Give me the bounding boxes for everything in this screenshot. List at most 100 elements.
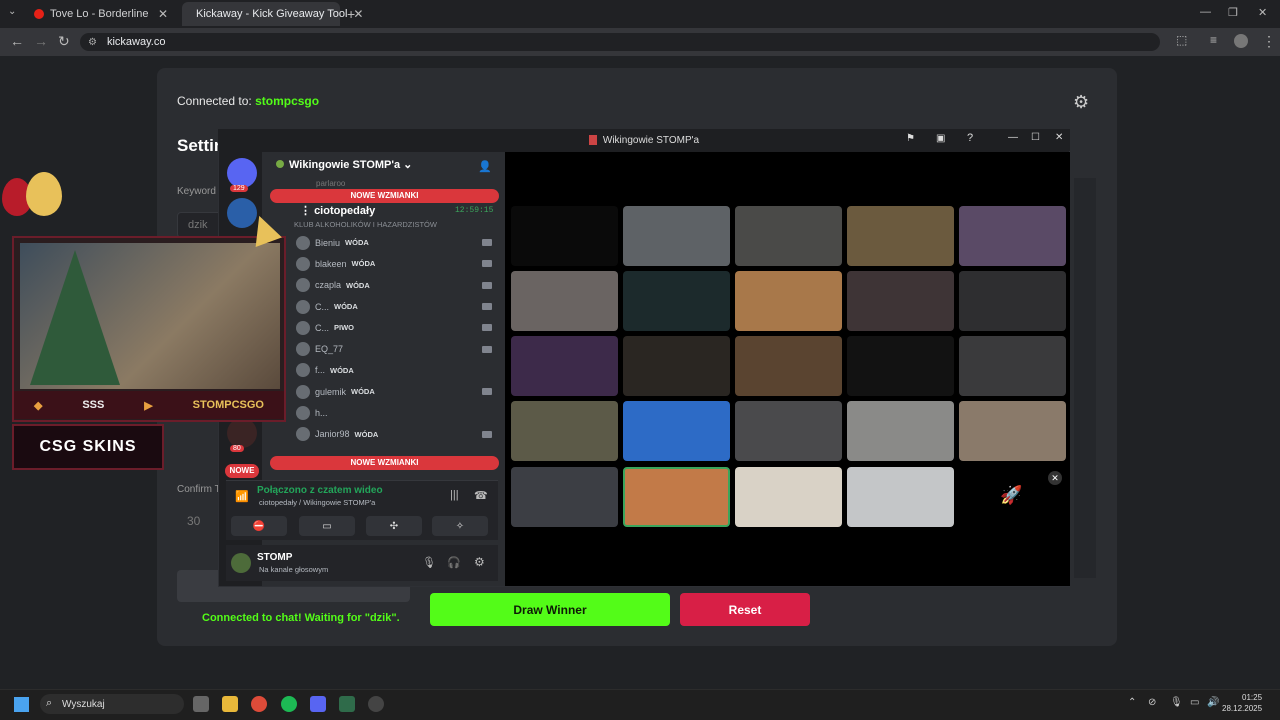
reset-button[interactable]: Reset [680, 593, 810, 626]
video-tile[interactable] [959, 271, 1066, 331]
display-icon[interactable]: ▭ [1190, 697, 1199, 708]
file-explorer-icon[interactable] [222, 696, 238, 712]
member-row[interactable]: h... [296, 402, 496, 423]
screenshare-button[interactable]: ▭ [299, 516, 355, 536]
draw-winner-button[interactable]: Draw Winner [430, 593, 670, 626]
member-row[interactable]: blakeen WÓDA [296, 253, 496, 274]
chrome-icon[interactable] [251, 696, 267, 712]
task-view-icon[interactable] [193, 696, 209, 712]
url-bar[interactable]: ⚙ kickaway.co [80, 33, 1160, 51]
video-tile[interactable] [511, 271, 618, 331]
guild-icon[interactable]: 80 [227, 418, 257, 452]
video-tile[interactable] [959, 401, 1066, 461]
taskbar-search[interactable]: ⌕ Wyszukaj [40, 694, 184, 714]
user-settings-icon[interactable]: ⚙ [474, 555, 485, 569]
forward-icon[interactable]: → [34, 33, 48, 49]
close-icon[interactable]: ✕ [1055, 132, 1063, 143]
video-tile[interactable] [959, 336, 1066, 396]
close-tab-icon[interactable]: ✕ [158, 7, 168, 21]
video-tile[interactable] [959, 206, 1066, 266]
camera-icon [482, 303, 492, 311]
discord-home-icon[interactable]: 129 [227, 158, 257, 192]
camera-icon [482, 239, 492, 247]
excel-icon[interactable] [339, 696, 355, 712]
video-tile[interactable] [623, 206, 730, 266]
invite-icon[interactable]: 👤 [478, 160, 492, 173]
headphones-icon[interactable]: 🎧 [447, 556, 461, 569]
maximize-icon[interactable]: ❐ [1228, 6, 1238, 19]
video-tile[interactable] [623, 467, 730, 527]
video-tile[interactable] [847, 206, 954, 266]
video-tile[interactable] [847, 467, 954, 527]
inbox-icon[interactable]: ▣ [936, 133, 945, 144]
video-tile[interactable] [735, 401, 842, 461]
video-tile[interactable] [847, 336, 954, 396]
minimize-icon[interactable]: — [1008, 132, 1018, 143]
video-tile[interactable] [847, 401, 954, 461]
maximize-icon[interactable]: ☐ [1031, 132, 1040, 143]
windows-start-icon[interactable] [14, 697, 29, 712]
extensions-icon[interactable]: ⬚ [1176, 33, 1187, 47]
video-tile[interactable] [623, 401, 730, 461]
video-tile[interactable] [735, 206, 842, 266]
video-tile[interactable] [511, 467, 618, 527]
tab-kickaway[interactable]: Kickaway - Kick Giveaway Tool ✕ [182, 2, 363, 26]
confirm-input[interactable]: 30 [177, 508, 217, 538]
soundboard-button[interactable]: ✧ [432, 516, 488, 536]
member-row[interactable]: gulemik WÓDA [296, 381, 496, 402]
noise-icon[interactable]: ||| [450, 489, 459, 501]
flag-icon[interactable]: ⚑ [906, 133, 915, 144]
network-icon[interactable]: ⊘ [1148, 697, 1156, 708]
minimize-icon[interactable]: — [1200, 6, 1211, 18]
channel-name: ciotopedały [314, 205, 376, 217]
member-row[interactable]: C... PIWO [296, 317, 496, 338]
server-name[interactable]: Wikingowie STOMP'a ⌄ [276, 158, 412, 171]
microphone-icon[interactable]: 🎙 [422, 556, 436, 569]
camera-toggle-button[interactable]: ⛔ [231, 516, 287, 536]
gear-icon[interactable]: ⚙ [1073, 92, 1089, 113]
video-tile[interactable] [735, 336, 842, 396]
help-icon[interactable]: ? [967, 132, 973, 144]
tab-music[interactable]: Tove Lo - Borderline (Dawid ✕ [26, 2, 176, 26]
member-row[interactable]: f... WÓDA [296, 360, 496, 381]
close-window-icon[interactable]: ✕ [1258, 6, 1267, 19]
spotify-icon[interactable] [281, 696, 297, 712]
site-info-icon[interactable]: ⚙ [88, 37, 97, 48]
new-tab-icon[interactable]: + [347, 6, 355, 22]
user-avatar[interactable] [231, 553, 251, 573]
voice-channel[interactable]: ⋮ ciotopedały [300, 204, 375, 217]
video-tile[interactable] [735, 271, 842, 331]
video-tile[interactable] [623, 336, 730, 396]
reload-icon[interactable]: ↻ [58, 33, 70, 50]
new-mentions-banner[interactable]: NOWE WZMIANKI [270, 189, 499, 203]
rocket-icon[interactable]: 🚀 [1000, 485, 1022, 506]
disconnect-icon[interactable]: ☎ [474, 489, 488, 502]
video-tile[interactable] [847, 271, 954, 331]
menu-icon[interactable]: ⋮ [1262, 33, 1276, 50]
new-mentions-banner-bottom[interactable]: NOWE WZMIANKI [270, 456, 499, 470]
back-icon[interactable]: ← [10, 33, 24, 49]
app-icon[interactable] [368, 696, 384, 712]
activities-button[interactable]: ✣ [366, 516, 422, 536]
tab-list-icon[interactable]: ⌄ [8, 6, 16, 17]
video-tile[interactable] [623, 271, 730, 331]
volume-icon[interactable]: 🔊 [1207, 697, 1219, 708]
chevron-up-icon[interactable]: ⌃ [1128, 697, 1136, 708]
video-tile[interactable] [511, 336, 618, 396]
video-tile[interactable] [511, 401, 618, 461]
video-tile[interactable] [735, 467, 842, 527]
member-row[interactable]: EQ_77 [296, 338, 496, 359]
video-tile[interactable] [511, 206, 618, 266]
new-badge[interactable]: NOWE [225, 464, 259, 478]
voice-channel-path[interactable]: ciotopedały / Wikingowie STOMP'a [259, 498, 375, 507]
system-clock[interactable]: 01:25 28.12.2025 [1222, 692, 1262, 714]
member-row[interactable]: czapla WÓDA [296, 275, 496, 296]
close-icon[interactable]: ✕ [1048, 471, 1062, 485]
member-row[interactable]: Bieniu WÓDA [296, 232, 496, 253]
media-icon[interactable]: ≡ [1210, 33, 1217, 47]
discord-icon[interactable] [310, 696, 326, 712]
member-row[interactable]: Janior98 WÓDA [296, 424, 496, 445]
microphone-icon[interactable]: 🎙 [1170, 697, 1183, 708]
member-row[interactable]: C... WÓDA [296, 296, 496, 317]
profile-avatar[interactable] [1234, 34, 1248, 48]
